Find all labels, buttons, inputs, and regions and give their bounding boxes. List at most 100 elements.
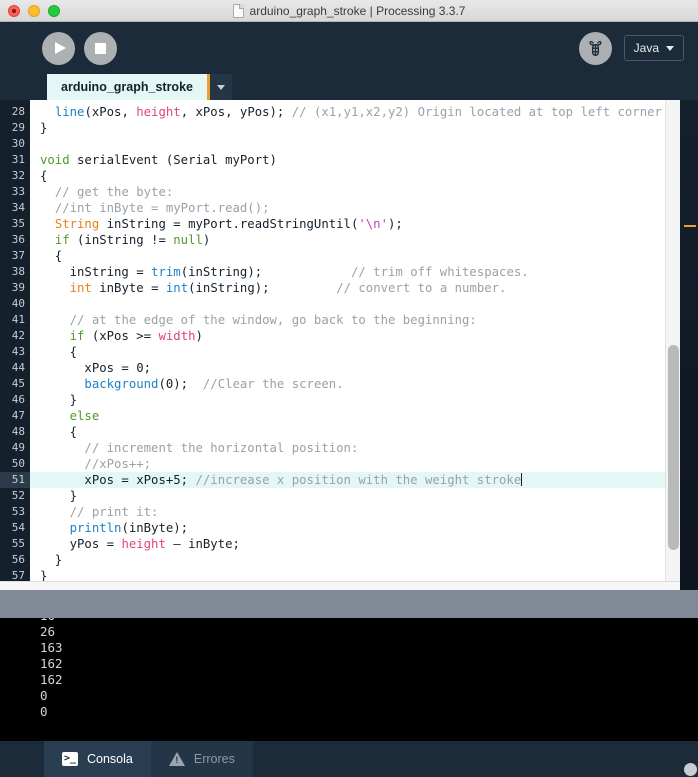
editor-bottom-edge [0,581,680,590]
code-line[interactable]: { [30,248,698,264]
tab-errores[interactable]: Errores [150,741,253,777]
line-number: 50 [11,457,25,470]
debug-button[interactable] [578,31,612,65]
code-line[interactable]: background(0); //Clear the screen. [30,376,698,392]
code-token: // convert to a number. [336,281,507,295]
code-line[interactable]: } [30,552,698,568]
line-number-gutter: 28 29 30 31 32 33 34 35 36 37 38 39 40 41 42 43 44 45 46 47… [0,100,30,590]
line-number: 55 [11,537,25,550]
stop-button[interactable] [84,31,117,65]
line-number: 31 [11,153,25,166]
code-line[interactable]: // get the byte: [30,184,698,200]
code-token: } [40,489,78,503]
play-icon [54,42,66,54]
code-line[interactable]: { [30,344,698,360]
code-line[interactable]: inString = trim(inString); // trim off w… [30,264,698,280]
code-token: { [40,169,48,183]
code-line[interactable]: void serialEvent (Serial myPort) [30,152,698,168]
mode-label: Java [633,41,659,55]
code-line[interactable]: } [30,392,698,408]
code-line[interactable]: // at the edge of the window, go back to… [30,312,698,328]
mode-selector[interactable]: Java [623,35,684,61]
code-token: xPos = 0; [40,361,152,375]
console-output[interactable]: 162616316216200 [0,618,698,741]
console-line: 0 [40,688,48,703]
code-line[interactable]: //xPos++; [30,456,698,472]
line-number: 45 [11,377,25,390]
line-number: 51 [0,472,30,488]
main-toolbar: Java [0,22,698,74]
code-line[interactable]: if (inString != null) [30,232,698,248]
close-window-button[interactable] [8,4,20,17]
code-line[interactable]: { [30,168,698,184]
code-token: //increase x position with the weight st… [195,473,522,487]
code-token: yPos = [40,537,122,551]
code-token: void [40,153,70,167]
code-line[interactable]: xPos = xPos+5; //increase x position wit… [30,472,698,488]
code-token: (inString); [180,265,351,279]
minimize-window-button[interactable] [28,4,40,17]
code-text-area[interactable]: line(xPos, height, xPos, yPos); // (x1,y… [30,100,698,590]
code-line[interactable]: // increment the horizontal position: [30,440,698,456]
code-token: (inString); [188,281,337,295]
code-line[interactable] [30,296,698,312]
code-token: ) [202,233,211,247]
code-line[interactable]: String inString = myPort.readStringUntil… [30,216,698,232]
scrollbar-thumb[interactable] [668,345,679,550]
line-number: 53 [11,505,25,518]
code-line[interactable]: //int inByte = myPort.read(); [30,200,698,216]
code-line[interactable]: // print it: [30,504,698,520]
line-number: 33 [11,185,25,198]
code-line[interactable]: } [30,488,698,504]
tab-consola-label: Consola [87,752,133,766]
code-line[interactable]: else [30,408,698,424]
code-line[interactable]: } [30,120,698,136]
line-number: 49 [11,441,25,454]
code-token: (xPos, [84,105,137,119]
line-number: 38 [11,265,25,278]
code-line[interactable]: xPos = 0; [30,360,698,376]
code-line[interactable]: if (xPos >= width) [30,328,698,344]
code-line[interactable]: { [30,424,698,440]
code-token: } [40,121,48,135]
code-token: { [40,425,78,439]
editor-vertical-scrollbar[interactable] [665,100,680,590]
maximize-window-button[interactable] [48,4,60,17]
processing-ide-window: arduino_graph_stroke | Processing 3.3.7 [0,0,698,777]
code-token: else [69,409,100,423]
code-token: if [54,233,70,247]
code-line[interactable] [30,136,698,152]
console-tab-bar: >_ Consola Errores [0,741,698,777]
code-line[interactable]: int inByte = int(inString); // convert t… [30,280,698,296]
code-line[interactable]: println(inByte); [30,520,698,536]
sketch-tab-menu-button[interactable] [209,74,232,100]
editor-console-splitter[interactable] [0,590,698,618]
line-number: 39 [11,281,25,294]
window-controls [8,4,60,17]
sketch-tab-active[interactable]: arduino_graph_stroke [47,74,210,100]
window-resize-grip[interactable] [684,763,697,776]
console-prompt-icon: >_ [62,752,78,766]
code-token: (inString != [69,233,174,247]
code-token: null [173,233,203,247]
code-token: { [40,249,63,263]
code-token: inString = [40,265,152,279]
window-titlebar: arduino_graph_stroke | Processing 3.3.7 [0,0,698,22]
code-line[interactable]: line(xPos, height, xPos, yPos); // (x1,y… [30,104,698,120]
stop-icon [95,42,106,54]
code-token: height [136,105,181,119]
code-token: //Clear the screen. [202,377,344,391]
tab-consola[interactable]: >_ Consola [44,741,151,777]
run-button[interactable] [42,31,75,65]
line-number: 28 [11,105,25,118]
code-line[interactable]: yPos = height – inByte; [30,536,698,552]
line-number: 32 [11,169,25,182]
